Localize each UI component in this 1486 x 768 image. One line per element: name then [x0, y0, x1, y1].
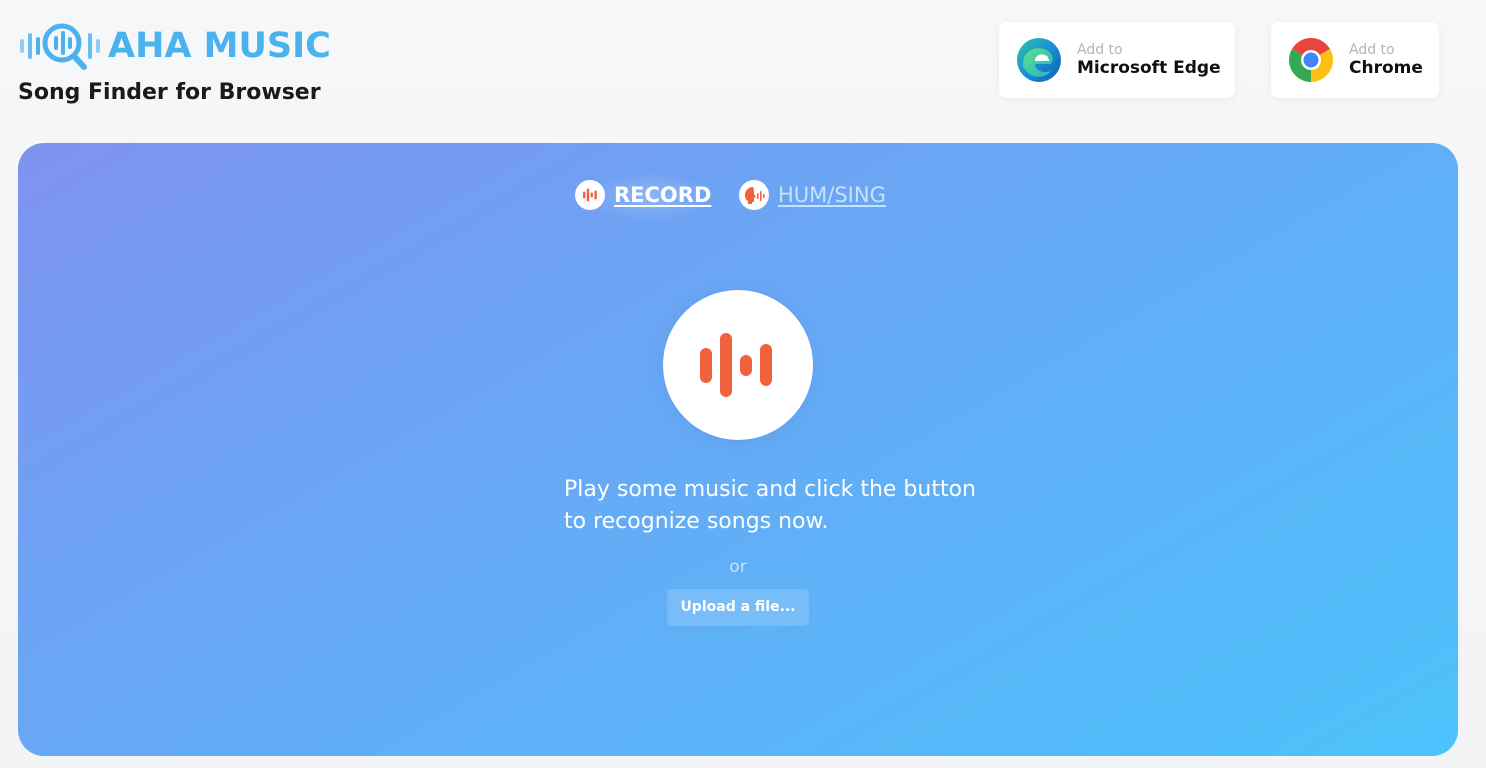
soundwave-icon: [575, 180, 605, 210]
soundwave-icon: [700, 333, 772, 397]
mode-tabs: RECORD HUM/SING: [18, 172, 1458, 222]
tab-record-label: RECORD: [614, 183, 712, 207]
page: AHA MUSIC Song Finder for Browser Add to: [0, 0, 1486, 768]
instruction-text: Play some music and click the button to …: [564, 477, 976, 534]
tab-hum-sing-label: HUM/SING: [778, 183, 886, 207]
hum-icon: [739, 180, 769, 210]
ext-browser-name: Microsoft Edge: [1077, 58, 1221, 78]
edge-icon: [1017, 38, 1061, 82]
tab-record[interactable]: RECORD: [575, 172, 716, 222]
chrome-icon: [1289, 38, 1333, 82]
recognition-card: RECORD HUM/SING Play some music and clic…: [18, 143, 1458, 756]
magnifier-soundwave-icon: [20, 23, 100, 70]
record-button[interactable]: [663, 290, 813, 440]
tagline: Song Finder for Browser: [18, 80, 321, 105]
brand-name: AHA MUSIC: [108, 26, 331, 66]
ext-small-label: Add to: [1077, 42, 1123, 58]
upload-file-button[interactable]: Upload a file...: [667, 589, 809, 626]
ext-small-label: Add to: [1349, 42, 1395, 58]
tab-hum-sing[interactable]: HUM/SING: [739, 180, 886, 210]
add-to-chrome-button[interactable]: Add to Chrome: [1271, 22, 1439, 98]
ext-browser-name: Chrome: [1349, 58, 1423, 78]
add-to-edge-button[interactable]: Add to Microsoft Edge: [999, 22, 1235, 98]
logo[interactable]: AHA MUSIC: [18, 20, 331, 72]
or-divider-text: or: [729, 557, 747, 577]
